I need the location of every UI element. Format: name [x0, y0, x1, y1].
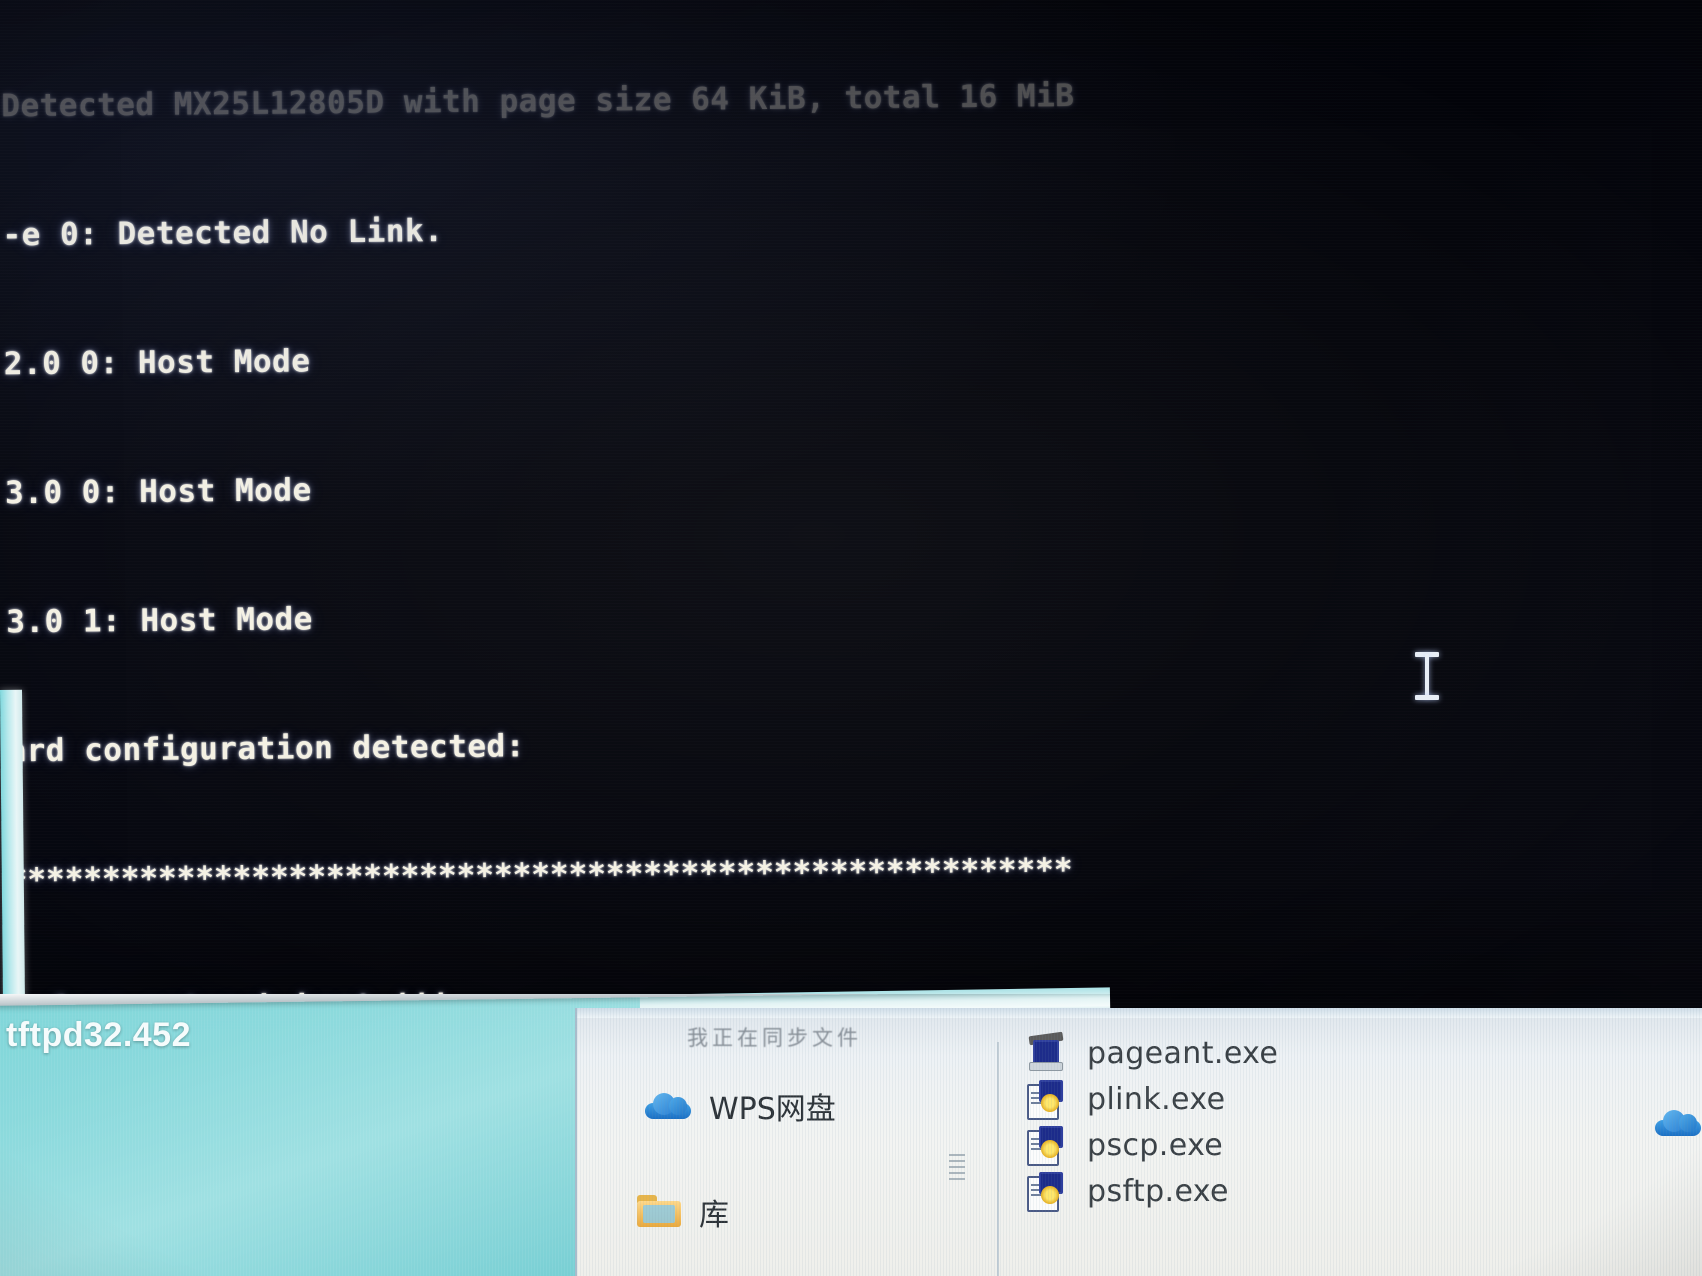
console-separator-line: ****************************************…	[8, 852, 1073, 899]
pageant-exe-icon	[1027, 1031, 1065, 1072]
file-list[interactable]: pageant.exe plink.exe pscp.exe psftp.exe	[1027, 1030, 1547, 1214]
nav-item-label: WPS网盘	[709, 1092, 836, 1127]
file-explorer-window[interactable]: 我正在同步文件 WPS网盘 库 pageant.exe plink.exe ps…	[575, 1008, 1702, 1276]
cloud-icon	[645, 1091, 691, 1121]
nav-item-wps-cloud[interactable]: WPS网盘	[645, 1084, 836, 1128]
console-output: Detected MX25L12805D with page size 64 K…	[0, 0, 1702, 1020]
list-item[interactable]: psftp.exe	[1027, 1168, 1547, 1214]
console-line: 3.0 0: Host Mode	[4, 472, 312, 512]
console-line: ard configuration detected:	[7, 728, 526, 770]
console-line: 3.0 1: Host Mode	[6, 601, 314, 641]
cloud-icon-right	[1655, 1108, 1701, 1138]
file-name: pageant.exe	[1087, 1035, 1279, 1071]
file-name: psftp.exe	[1087, 1173, 1229, 1209]
text-cursor-ibeam	[1414, 650, 1440, 702]
console-line: 2.0 0: Host Mode	[3, 343, 311, 383]
plink-exe-icon	[1027, 1080, 1065, 1120]
nav-item-libraries[interactable]: 库	[637, 1190, 729, 1234]
explorer-pane-divider[interactable]	[997, 1042, 999, 1276]
console-line: -e 0: Detected No Link.	[2, 213, 444, 254]
tftpd32-window-title[interactable]: tftpd32.452	[6, 1016, 191, 1055]
explorer-titlebar[interactable]	[577, 1008, 1702, 1018]
list-item[interactable]: plink.exe	[1027, 1076, 1547, 1122]
pscp-exe-icon	[1027, 1126, 1065, 1166]
folder-icon	[637, 1195, 681, 1229]
desktop-strip: tftpd32.452 我正在同步文件 WPS网盘 库 pageant.exe …	[0, 994, 1702, 1276]
list-item[interactable]: pscp.exe	[1027, 1122, 1547, 1168]
console-line: Detected MX25L12805D with page size 64 K…	[1, 77, 1075, 125]
monitor-photo: Detected MX25L12805D with page size 64 K…	[0, 0, 1702, 1276]
putty-window-left-border	[0, 689, 26, 1035]
nav-item-label: 库	[699, 1198, 729, 1233]
psftp-exe-icon	[1027, 1172, 1065, 1212]
explorer-navigation-pane[interactable]: WPS网盘 库	[577, 1042, 997, 1276]
file-name: plink.exe	[1087, 1081, 1226, 1117]
uboot-console-window[interactable]: Detected MX25L12805D with page size 64 K…	[0, 0, 1702, 1020]
list-item[interactable]: pageant.exe	[1027, 1030, 1547, 1076]
pane-resize-grip[interactable]	[949, 1154, 965, 1180]
file-name: pscp.exe	[1087, 1127, 1224, 1163]
